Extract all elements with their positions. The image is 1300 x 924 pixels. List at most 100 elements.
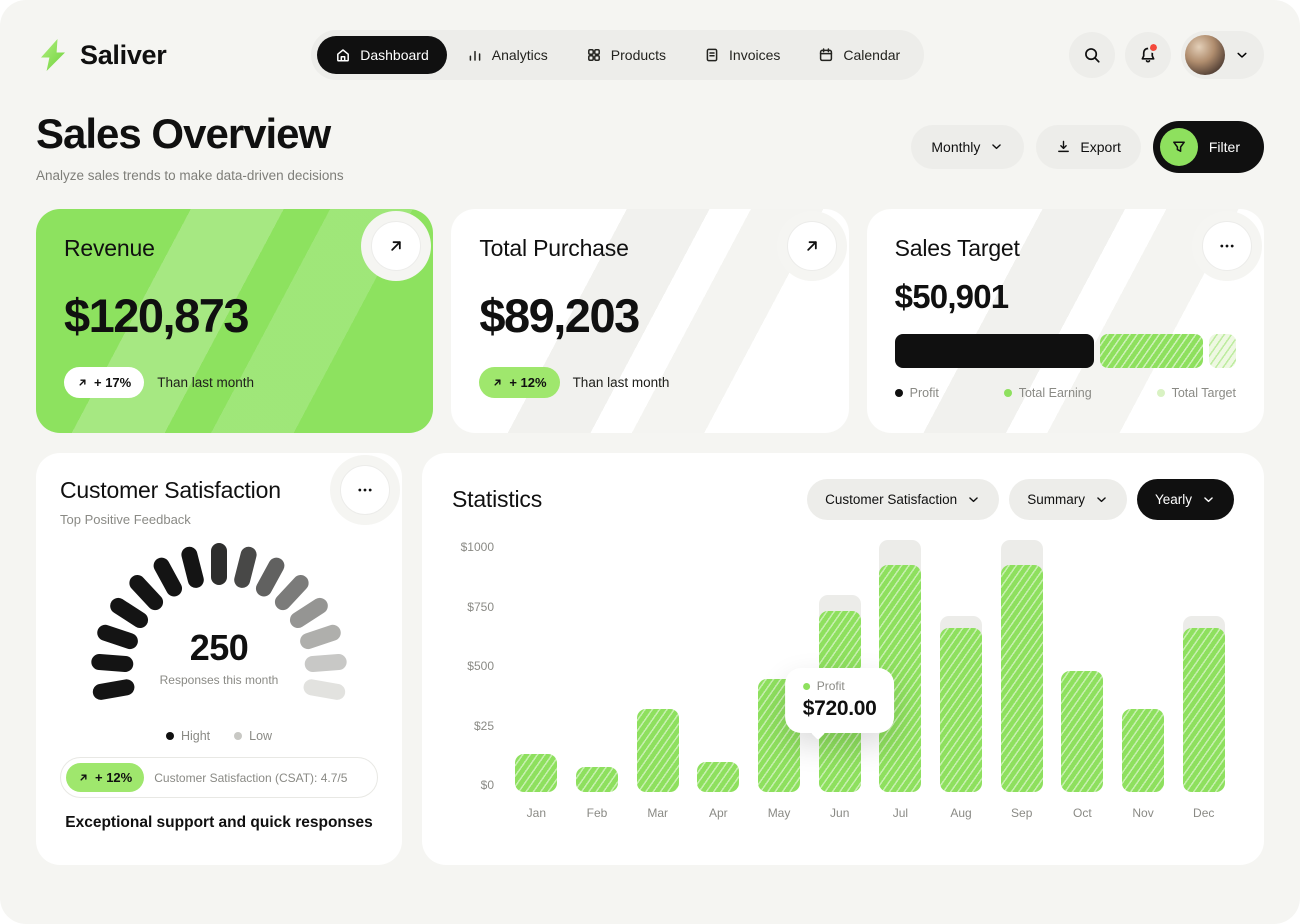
x-tick-sep: Sep <box>991 806 1052 820</box>
legend-label: Low <box>249 729 272 743</box>
statistics-head: Statistics Customer SatisfactionSummaryY… <box>452 479 1234 520</box>
arrow-up-right-icon <box>492 377 503 388</box>
x-tick-may: May <box>749 806 810 820</box>
notifications-button[interactable] <box>1125 32 1171 78</box>
main-nav: Dashboard Analytics Products InvoicesCalend… <box>311 30 924 80</box>
nav-item-dashboard[interactable]: Dashboard <box>317 36 447 74</box>
chevron-down-icon <box>1234 47 1250 63</box>
chart-column-may[interactable] <box>749 540 810 792</box>
bottom-row: Customer Satisfaction Top Positive Feedb… <box>36 453 1264 865</box>
x-tick-oct: Oct <box>1052 806 1113 820</box>
legend-dot <box>1004 389 1012 397</box>
bar-dec <box>1183 628 1225 792</box>
y-tick: $500 <box>467 659 494 673</box>
nav-item-analytics[interactable]: Analytics <box>449 36 566 74</box>
customer-satisfaction-card: Customer Satisfaction Top Positive Feedb… <box>36 453 402 865</box>
arrow-up-right-icon <box>78 772 89 783</box>
chart-column-aug[interactable] <box>931 540 992 792</box>
gauge-center: 250 Responses this month <box>60 627 378 687</box>
x-tick-mar: Mar <box>627 806 688 820</box>
csat-legend: Hight Low <box>60 729 378 743</box>
filter-icon-wrap <box>1160 128 1198 166</box>
gauge-value: 250 <box>60 627 378 669</box>
sales-target-title: Sales Target <box>895 235 1236 262</box>
revenue-value: $120,873 <box>64 288 405 343</box>
legend-dot <box>895 389 903 397</box>
download-icon <box>1056 139 1071 154</box>
tooltip-header: Profit <box>803 679 877 693</box>
export-button[interactable]: Export <box>1036 125 1140 169</box>
search-icon <box>1083 46 1101 64</box>
chart-column-feb[interactable] <box>567 540 628 792</box>
filter-button[interactable]: Filter <box>1153 121 1264 173</box>
chart-column-jun[interactable] <box>809 540 870 792</box>
target-segment-total-earning <box>1100 334 1203 368</box>
chart-column-dec[interactable] <box>1173 540 1234 792</box>
statistics-filters: Customer Satisfaction Summary Yearly <box>807 479 1234 520</box>
invoices-icon <box>704 47 720 63</box>
search-button[interactable] <box>1069 32 1115 78</box>
purchase-expand-button[interactable] <box>787 221 837 271</box>
sales-target-menu-button[interactable] <box>1202 221 1252 271</box>
y-tick: $1000 <box>461 540 494 554</box>
csat-summary-pill: + 12% Customer Satisfaction (CSAT): 4.7/… <box>60 757 378 798</box>
chart-column-apr[interactable] <box>688 540 749 792</box>
csat-menu-button[interactable] <box>340 465 390 515</box>
x-tick-nov: Nov <box>1113 806 1174 820</box>
topbar: Saliver DashboardAnalyticsProductsInvoic… <box>36 30 1264 80</box>
sales-target-legend: ProfitTotal EarningTotal Target <box>895 386 1236 400</box>
page-title: Sales Overview <box>36 110 344 158</box>
csat-score-label: Customer Satisfaction (CSAT): 4.7/5 <box>154 771 355 785</box>
products-icon <box>586 47 602 63</box>
stats-filter-yearly[interactable]: Yearly <box>1137 479 1234 520</box>
nav-item-calendar[interactable]: Calendar <box>800 36 918 74</box>
y-tick: $750 <box>467 600 494 614</box>
chart-column-oct[interactable] <box>1052 540 1113 792</box>
chevron-down-icon <box>966 492 981 507</box>
chart-column-jan[interactable] <box>506 540 567 792</box>
chart-column-nov[interactable] <box>1113 540 1174 792</box>
revenue-expand-button[interactable] <box>371 221 421 271</box>
home-icon <box>335 47 351 63</box>
stats-filter-customer-satisfaction[interactable]: Customer Satisfaction <box>807 479 999 520</box>
chart-column-jul[interactable] <box>870 540 931 792</box>
nav-item-label: Products <box>611 47 666 63</box>
stats-filter-label: Yearly <box>1155 492 1192 507</box>
sales-target-value: $50,901 <box>895 278 1236 316</box>
nav-item-products[interactable]: Products <box>568 36 684 74</box>
page-head: Sales Overview Analyze sales trends to m… <box>36 110 1264 183</box>
legend-label: Hight <box>181 729 210 743</box>
nav-item-label: Analytics <box>492 47 548 63</box>
dots-menu-icon <box>356 481 374 499</box>
gauge-segment <box>232 545 258 590</box>
stats-filter-summary[interactable]: Summary <box>1009 479 1127 520</box>
csat-title: Customer Satisfaction <box>60 477 378 504</box>
legend-item-profit: Profit <box>895 386 939 400</box>
bar-apr <box>697 762 739 792</box>
sales-target-progress <box>895 334 1236 368</box>
kpi-cards-row: Revenue $120,873 + 17% Than last month T… <box>36 209 1264 433</box>
bar-feb <box>576 767 618 792</box>
bar-mar <box>637 709 679 792</box>
chart-tooltip: Profit $720.00 <box>785 668 895 733</box>
arrow-up-right-icon <box>387 237 405 255</box>
gauge-segment <box>180 545 206 590</box>
tooltip-series-label: Profit <box>817 679 845 693</box>
x-tick-dec: Dec <box>1173 806 1234 820</box>
purchase-title: Total Purchase <box>479 235 820 262</box>
legend-dot <box>1157 389 1165 397</box>
chart-column-mar[interactable] <box>627 540 688 792</box>
arrow-up-right-icon <box>803 237 821 255</box>
period-dropdown[interactable]: Monthly <box>911 125 1024 169</box>
user-menu[interactable] <box>1181 31 1264 79</box>
total-purchase-card: Total Purchase $89,203 + 12% Than last m… <box>451 209 848 433</box>
stats-filter-label: Summary <box>1027 492 1085 507</box>
chart-column-sep[interactable] <box>991 540 1052 792</box>
filter-icon <box>1171 139 1187 155</box>
legend-dot <box>234 732 242 740</box>
purchase-delta-row: + 12% Than last month <box>479 367 820 398</box>
bar-oct <box>1061 671 1103 792</box>
nav-item-invoices[interactable]: Invoices <box>686 36 798 74</box>
csat-delta-badge: + 12% <box>66 763 144 792</box>
export-label: Export <box>1080 139 1120 155</box>
